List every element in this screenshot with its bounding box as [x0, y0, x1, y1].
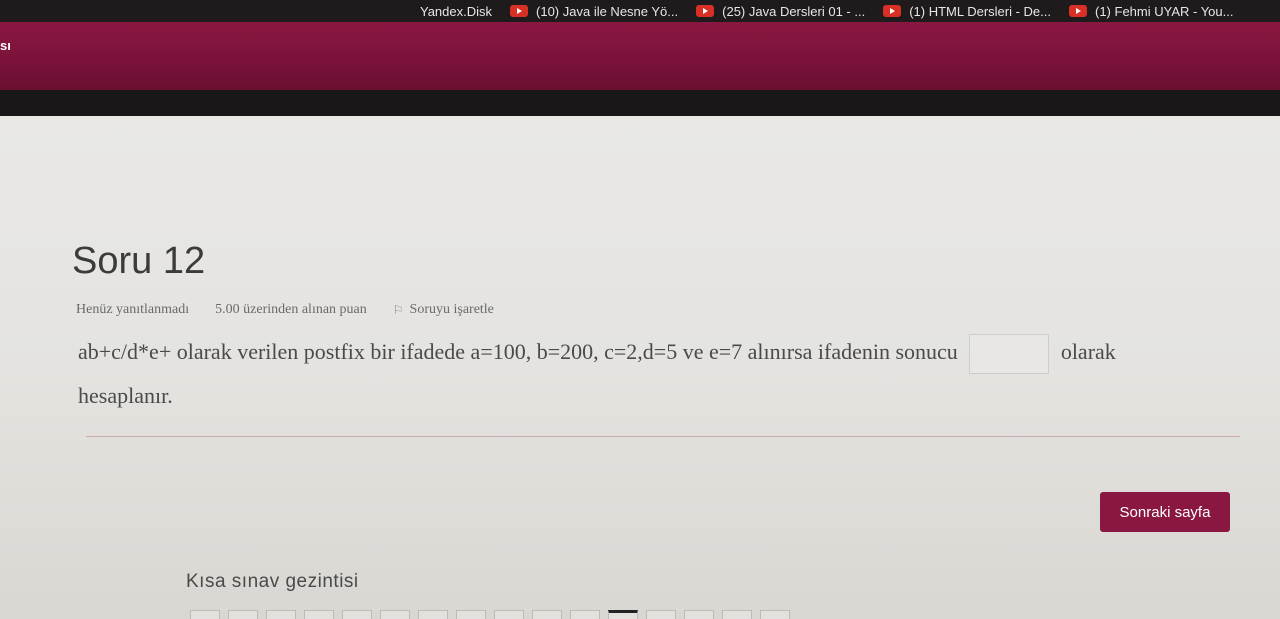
quiz-nav-button[interactable]	[684, 610, 714, 619]
bookmark-java-dersleri[interactable]: (25) Java Dersleri 01 - ...	[696, 4, 865, 19]
youtube-icon	[1069, 5, 1087, 17]
bookmark-label: (25) Java Dersleri 01 - ...	[722, 3, 866, 19]
youtube-icon	[696, 5, 715, 17]
answer-input[interactable]	[969, 333, 1050, 374]
quiz-navigation-title: Kısa sınav gezintisi	[186, 571, 359, 592]
question-status: Henüz yanıtlanmadı	[76, 302, 190, 317]
quiz-nav-button[interactable]	[722, 610, 752, 619]
youtube-icon	[510, 5, 529, 17]
quiz-nav-button[interactable]	[456, 610, 486, 619]
site-brand[interactable]: sı	[0, 38, 11, 53]
quiz-nav-button-current[interactable]	[608, 610, 638, 619]
quiz-nav-button[interactable]	[570, 610, 600, 619]
bookmark-label: (10) Java ile Nesne Yö...	[536, 3, 679, 19]
quiz-nav-button[interactable]	[760, 610, 790, 619]
quiz-nav-button[interactable]	[532, 610, 562, 619]
question-info: Henüz yanıtlanmadı 5.00 üzerinden alınan…	[76, 302, 494, 318]
bookmark-label: (1) Fehmi UYAR - You...	[1095, 3, 1234, 19]
quiz-navigation-buttons	[190, 610, 790, 619]
bookmark-java-nesne[interactable]: (10) Java ile Nesne Yö...	[510, 4, 678, 19]
quiz-nav-button[interactable]	[342, 610, 372, 619]
bookmark-fehmi-uyar[interactable]: (1) Fehmi UYAR - You...	[1069, 4, 1233, 19]
site-header: sı	[0, 22, 1280, 90]
question-points: 5.00 üzerinden alınan puan	[215, 302, 367, 317]
question-title: Soru 12	[72, 240, 206, 282]
quiz-nav-button[interactable]	[494, 610, 524, 619]
quiz-nav-button[interactable]	[228, 610, 258, 619]
flag-label: Soruyu işaretle	[409, 302, 494, 317]
quiz-nav-button[interactable]	[266, 610, 296, 619]
quiz-nav-button[interactable]	[380, 610, 410, 619]
youtube-icon	[883, 5, 902, 17]
flag-question-link[interactable]: ⚐ Soruyu işaretle	[393, 302, 494, 318]
quiz-content: Soru 12 Henüz yanıtlanmadı 5.00 üzerinde…	[0, 116, 1280, 619]
next-page-button[interactable]: Sonraki sayfa	[1100, 492, 1230, 532]
question-text: ab+c/d*e+ olarak verilen postfix bir ifa…	[78, 330, 1208, 418]
bookmark-html-dersleri[interactable]: (1) HTML Dersleri - De...	[883, 4, 1051, 19]
bookmark-label: (1) HTML Dersleri - De...	[909, 3, 1051, 19]
quiz-nav-button[interactable]	[646, 610, 676, 619]
site-navbar	[0, 90, 1280, 116]
flag-icon: ⚐	[392, 302, 404, 317]
divider	[86, 436, 1240, 437]
bookmark-label: Yandex.Disk	[420, 3, 493, 19]
bookmarks-bar: Yandex.Disk (10) Java ile Nesne Yö... (2…	[0, 0, 1280, 22]
quiz-nav-button[interactable]	[190, 610, 220, 619]
question-text-before: ab+c/d*e+ olarak verilen postfix bir ifa…	[78, 339, 958, 364]
bookmark-yandex-disk[interactable]: Yandex.Disk	[420, 4, 492, 19]
quiz-nav-button[interactable]	[304, 610, 334, 619]
quiz-nav-button[interactable]	[418, 610, 448, 619]
